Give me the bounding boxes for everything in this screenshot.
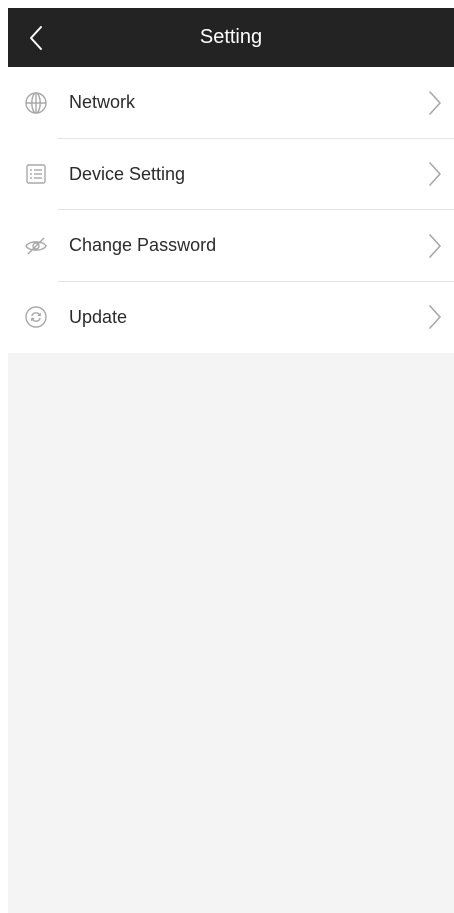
top-bar: Setting [8, 8, 454, 67]
globe-icon [24, 91, 48, 115]
menu-item-label: Change Password [69, 235, 217, 256]
back-button[interactable] [8, 8, 64, 67]
chevron-left-icon [30, 25, 42, 50]
chevron-right-icon [429, 90, 441, 115]
menu-item-update[interactable]: Update [8, 282, 454, 354]
page-title: Setting [199, 26, 263, 48]
chevron-right-icon [429, 305, 441, 330]
menu-item-change-password[interactable]: Change Password [8, 210, 454, 282]
refresh-icon [24, 305, 48, 329]
list-icon [24, 162, 48, 186]
menu-item-label: Network [69, 92, 136, 113]
chevron-right-icon [429, 233, 441, 258]
chevron-right-icon [429, 162, 441, 187]
eye-off-icon [24, 234, 48, 258]
menu-item-label: Device Setting [69, 163, 186, 184]
menu-item-network[interactable]: Network [8, 67, 454, 139]
settings-screen: Setting Network Device Setting Change Pa… [8, 8, 454, 913]
settings-menu: Network Device Setting Change Password U… [8, 67, 454, 353]
menu-item-label: Update [69, 306, 128, 327]
menu-item-device-setting[interactable]: Device Setting [8, 139, 454, 211]
